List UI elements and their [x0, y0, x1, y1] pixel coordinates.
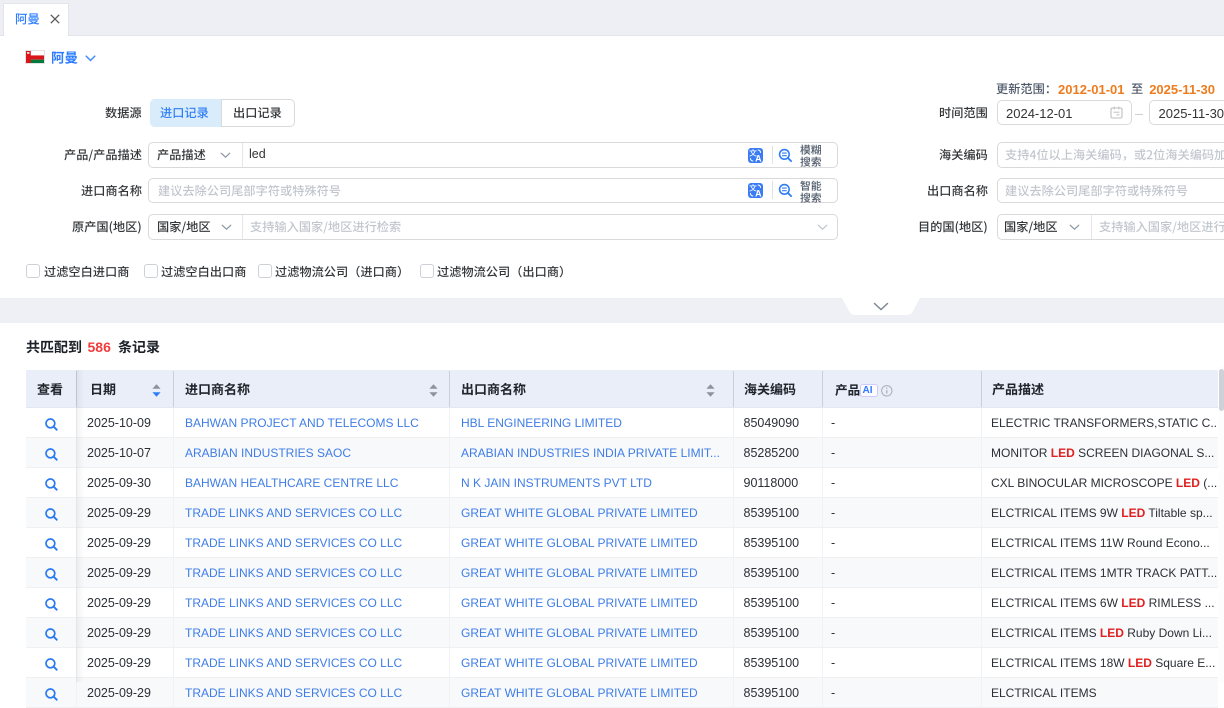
- svg-text:A: A: [755, 188, 762, 198]
- svg-text:A: A: [755, 153, 762, 163]
